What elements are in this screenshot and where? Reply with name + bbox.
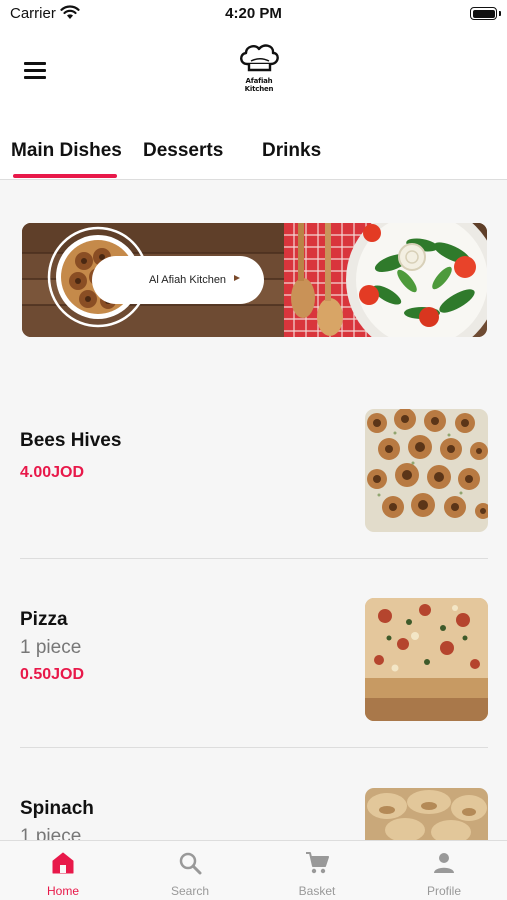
- profile-icon: [434, 853, 454, 873]
- nav-basket[interactable]: Basket: [254, 841, 380, 900]
- divider: [20, 558, 488, 559]
- nav-home-label: Home: [46, 884, 79, 898]
- item-subtitle: 1 piece: [20, 826, 82, 840]
- nav-search-label: Search: [170, 884, 210, 898]
- search-icon: [179, 852, 202, 875]
- list-item[interactable]: Pizza 1 piece 0.50JOD: [20, 597, 488, 721]
- nav-profile[interactable]: Profile: [381, 841, 507, 900]
- tab-drinks[interactable]: Drinks: [262, 140, 321, 162]
- active-tab-indicator: [13, 174, 117, 178]
- divider: [20, 747, 488, 748]
- nav-profile-label: Profile: [426, 884, 461, 898]
- item-price: 4.00JOD: [20, 464, 85, 481]
- promo-banner[interactable]: Al Afiah Kitchen: [22, 223, 487, 337]
- home-icon: [52, 852, 74, 874]
- nav-basket-label: Basket: [298, 884, 336, 898]
- chef-mini-icon: [234, 275, 240, 281]
- list-item[interactable]: Spinach 1 piece: [20, 786, 488, 840]
- item-image-pizza: [365, 598, 488, 721]
- app-header: Afafiah Kitchen: [0, 28, 507, 118]
- logo-text: Afafiah Kitchen: [244, 77, 274, 93]
- status-time: 4:20 PM: [225, 5, 282, 22]
- item-name: Pizza: [20, 609, 68, 630]
- list-item[interactable]: Bees Hives 4.00JOD: [20, 408, 488, 532]
- category-tabs: Main Dishes Desserts Drinks: [0, 118, 507, 180]
- status-bar: Carrier 4:20 PM: [0, 0, 507, 28]
- menu-button[interactable]: [24, 62, 46, 80]
- item-image-bees-hives: [365, 409, 488, 532]
- cart-icon: [306, 852, 329, 874]
- item-name: Spinach: [20, 798, 94, 819]
- item-subtitle: 1 piece: [20, 637, 82, 658]
- item-price: 0.50JOD: [20, 666, 85, 683]
- chef-hat-icon: [240, 44, 279, 72]
- bottom-tab-bar: Home Search Basket Profile: [0, 840, 507, 900]
- battery-icon: [470, 7, 497, 20]
- item-image-spinach: [365, 788, 488, 840]
- battery-tip: [499, 11, 501, 16]
- tab-main-dishes[interactable]: Main Dishes: [11, 140, 122, 162]
- nav-search[interactable]: Search: [127, 841, 253, 900]
- tab-desserts[interactable]: Desserts: [143, 140, 223, 162]
- item-name: Bees Hives: [20, 430, 122, 451]
- nav-home[interactable]: Home: [0, 841, 126, 900]
- logo: Afafiah Kitchen: [233, 42, 285, 93]
- banner-title: Al Afiah Kitchen: [149, 274, 227, 286]
